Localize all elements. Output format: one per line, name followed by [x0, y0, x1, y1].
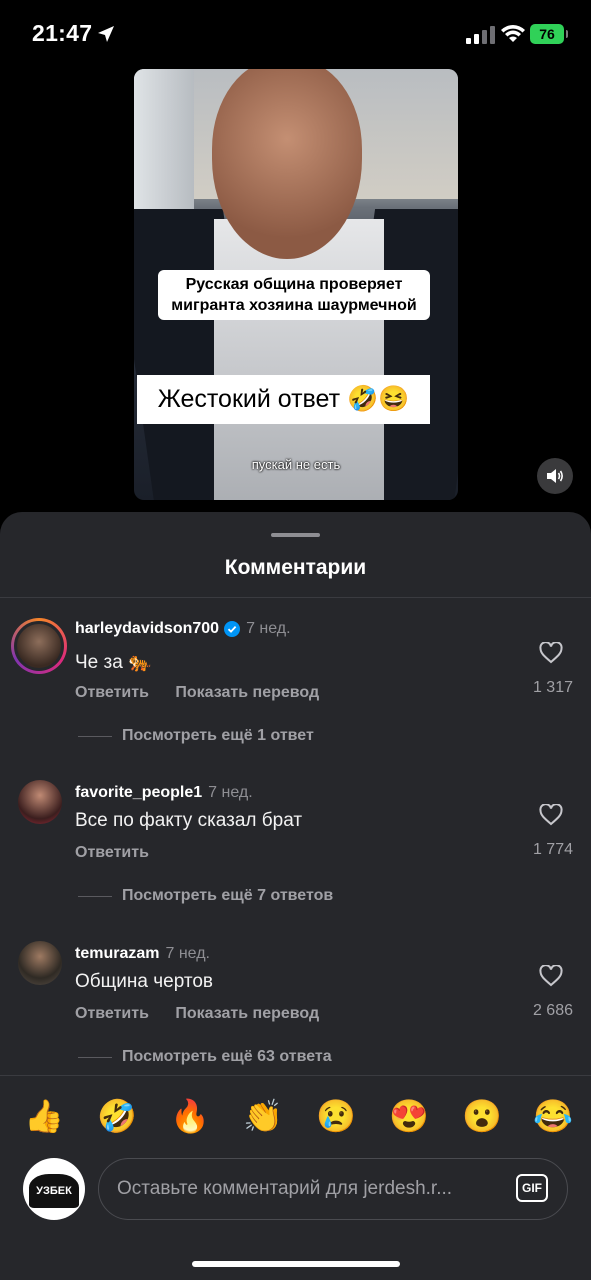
reply-button[interactable]: Ответить	[75, 1005, 149, 1022]
heart-icon[interactable]	[539, 642, 563, 664]
view-replies-button[interactable]: Посмотреть ещё 63 ответа	[78, 1048, 332, 1066]
comment-username[interactable]: favorite_people1	[75, 784, 202, 802]
emoji-reaction-bar: 👍 🤣 🔥 👏 😢 😍 😮 😂	[0, 1075, 591, 1156]
show-translation-button[interactable]: Показать перевод	[175, 684, 319, 701]
view-replies-button[interactable]: Посмотреть ещё 7 ответов	[78, 887, 333, 905]
like-count: 2 686	[532, 1002, 573, 1019]
sheet-title: Комментарии	[224, 556, 367, 579]
comment-time: 7 нед.	[246, 620, 291, 637]
heart-icon[interactable]	[539, 965, 563, 987]
comment-text: Че за 🐅	[75, 652, 152, 673]
sheet-grabber[interactable]	[271, 533, 320, 537]
my-avatar: УЗБЕК	[23, 1158, 85, 1220]
my-avatar-text: УЗБЕК	[29, 1174, 79, 1208]
emoji-rofl-button[interactable]: 🤣	[97, 1096, 137, 1136]
video-subtitle: пускай не есть	[251, 457, 341, 472]
status-time: 21:47	[32, 20, 93, 46]
video-player[interactable]: Русская община проверяет мигранта хозяин…	[134, 69, 458, 500]
reply-button[interactable]: Ответить	[75, 684, 149, 701]
emoji-clap-button[interactable]: 👏	[243, 1096, 283, 1136]
gif-button[interactable]: GIF	[516, 1174, 548, 1202]
divider	[0, 597, 591, 598]
location-arrow-icon	[98, 26, 114, 42]
emoji-heart-eyes-button[interactable]: 😍	[389, 1096, 429, 1136]
comment-username[interactable]: temurazam	[75, 945, 159, 963]
video-caption-top: Русская община проверяет мигранта хозяин…	[158, 270, 430, 320]
view-replies-button[interactable]: Посмотреть ещё 1 ответ	[78, 727, 314, 745]
video-caption-main: Жестокий ответ 🤣😆	[137, 375, 430, 424]
emoji-joy-button[interactable]: 😂	[533, 1096, 573, 1136]
comment-time: 7 нед.	[208, 784, 253, 801]
wifi-icon	[501, 25, 525, 42]
home-indicator[interactable]	[192, 1261, 400, 1267]
comment-time: 7 нед.	[165, 945, 210, 962]
emoji-cry-button[interactable]: 😢	[316, 1096, 356, 1136]
emoji-thumbs-up-button[interactable]: 👍	[24, 1096, 64, 1136]
avatar[interactable]	[18, 780, 62, 824]
avatar[interactable]	[11, 618, 67, 674]
show-translation-button[interactable]: Показать перевод	[175, 1005, 319, 1022]
like-count: 1 774	[532, 841, 573, 858]
cellular-signal-icon	[466, 26, 495, 44]
verified-badge-icon	[224, 621, 241, 637]
status-bar: 21:47 76	[0, 0, 591, 70]
emoji-fire-button[interactable]: 🔥	[170, 1096, 210, 1136]
battery-indicator: 76	[530, 24, 568, 44]
comment-text: Община чертов	[75, 971, 214, 992]
comment-input[interactable]	[98, 1158, 568, 1220]
avatar[interactable]	[18, 941, 62, 985]
speaker-icon	[547, 469, 563, 483]
emoji-surprised-button[interactable]: 😮	[462, 1096, 502, 1136]
heart-icon[interactable]	[539, 804, 563, 826]
sound-toggle-button[interactable]	[537, 458, 573, 494]
comment-username[interactable]: harleydavidson700	[75, 620, 219, 638]
comment-text: Все по факту сказал брат	[75, 810, 303, 831]
like-count: 1 317	[532, 679, 573, 696]
reply-button[interactable]: Ответить	[75, 844, 149, 861]
